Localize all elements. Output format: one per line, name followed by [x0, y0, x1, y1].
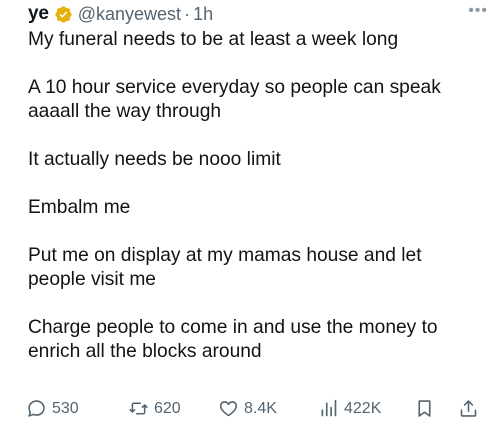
- like-icon: [219, 401, 238, 417]
- user-handle[interactable]: @kanyewest: [78, 4, 181, 25]
- repost-count: 620: [154, 399, 181, 417]
- timestamp[interactable]: 1h: [193, 4, 213, 25]
- repost-button[interactable]: 620: [128, 398, 181, 419]
- tweet-paragraph: My funeral needs to be at least a week l…: [28, 29, 399, 50]
- like-count: 8.4K: [244, 399, 277, 417]
- views-icon: [321, 399, 337, 417]
- reply-count: 530: [52, 399, 79, 417]
- separator-dot: ·: [184, 3, 191, 24]
- bookmark-icon: [418, 400, 431, 417]
- verified-badge-icon: [54, 5, 73, 24]
- tweet-header: ye @kanyewest · 1h •••: [28, 2, 492, 26]
- tweet-paragraph: Embalm me: [28, 197, 131, 218]
- tweet-text: My funeral needs to be at least a week l…: [28, 28, 478, 364]
- reply-button[interactable]: 530: [26, 398, 79, 419]
- bookmark-button[interactable]: [414, 398, 435, 419]
- tweet-paragraph: Charge people to come in and use the mon…: [28, 317, 438, 362]
- like-button[interactable]: 8.4K: [218, 398, 277, 419]
- display-name[interactable]: ye: [28, 3, 49, 25]
- tweet-paragraph: It actually needs be nooo limit: [28, 149, 281, 170]
- views-button[interactable]: 422K: [318, 398, 381, 419]
- views-count: 422K: [344, 399, 382, 417]
- share-button[interactable]: [458, 398, 479, 419]
- share-icon: [460, 400, 477, 417]
- reply-icon: [28, 400, 45, 417]
- tweet-actions: 530 620 8.4K 422K: [26, 398, 486, 422]
- repost-icon: [129, 402, 148, 415]
- tweet-paragraph: Put me on display at my mamas house and …: [28, 245, 422, 290]
- tweet-paragraph: A 10 hour service everyday so people can…: [28, 77, 441, 122]
- more-horizontal-icon[interactable]: •••: [468, 2, 488, 20]
